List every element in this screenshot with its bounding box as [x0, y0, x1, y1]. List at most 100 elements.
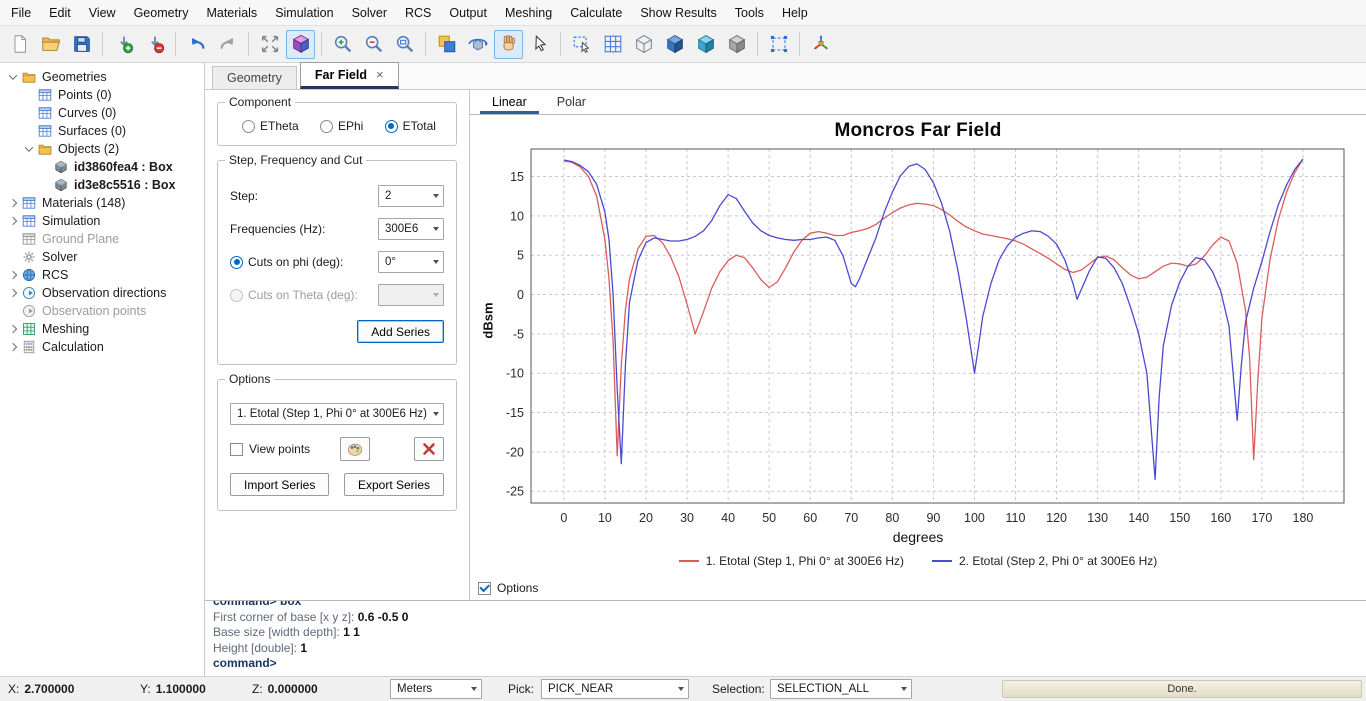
menubar: FileEditViewGeometryMaterialsSimulationS… — [0, 0, 1366, 26]
undo-button[interactable] — [182, 30, 211, 59]
save-button[interactable] — [67, 30, 96, 59]
tree-item-simulation[interactable]: Simulation — [0, 212, 204, 230]
redo-button[interactable] — [213, 30, 242, 59]
menu-file[interactable]: File — [2, 2, 40, 24]
chevron-right-icon[interactable] — [9, 217, 17, 225]
select-area-button[interactable] — [567, 30, 596, 59]
zoom-out-button[interactable] — [359, 30, 388, 59]
tree-item-id3e8c5516-box[interactable]: id3e8c5516 : Box — [0, 176, 204, 194]
tree-item-points-0[interactable]: Points (0) — [0, 86, 204, 104]
view-points-checkbox[interactable]: View points — [230, 442, 310, 456]
units-select[interactable]: Meters — [390, 679, 482, 699]
smooth-view-button[interactable] — [691, 30, 720, 59]
chevron-right-icon[interactable] — [9, 289, 17, 297]
shaded-view-button[interactable] — [660, 30, 689, 59]
radio-cuts-on-theta[interactable]: Cuts on Theta (deg): — [230, 288, 358, 302]
smooth-view-icon — [695, 33, 717, 55]
menu-geometry[interactable]: Geometry — [125, 2, 198, 24]
chevron-right-icon[interactable] — [9, 343, 17, 351]
tree-item-meshing[interactable]: Meshing — [0, 320, 204, 338]
plot-options-checkbox[interactable]: Options — [478, 581, 538, 595]
chevron-down-icon[interactable] — [9, 71, 17, 79]
chevron-down-icon[interactable] — [25, 143, 33, 151]
tab-polar[interactable]: Polar — [545, 92, 598, 114]
series-select[interactable]: 1. Etotal (Step 1, Phi 0° at 300E6 Hz) — [230, 403, 444, 425]
series-color-button[interactable] — [340, 437, 370, 461]
menu-solver[interactable]: Solver — [343, 2, 396, 24]
tree-item-calculation[interactable]: Calculation — [0, 338, 204, 356]
radio-cuts-on-phi[interactable]: Cuts on phi (deg): — [230, 255, 343, 269]
menu-simulation[interactable]: Simulation — [266, 2, 342, 24]
tab-far-field[interactable]: Far Field × — [300, 62, 399, 89]
orbit-icon — [467, 33, 489, 55]
radio-ephi[interactable]: EPhi — [320, 119, 363, 133]
menu-rcs[interactable]: RCS — [396, 2, 440, 24]
console-prompt[interactable]: command> — [213, 656, 1366, 672]
radio-label: ETotal — [403, 119, 436, 133]
tree-item-solver[interactable]: Solver — [0, 248, 204, 266]
import-series-button[interactable]: Import Series — [230, 473, 329, 496]
tree-item-surfaces-0[interactable]: Surfaces (0) — [0, 122, 204, 140]
tree-item-ground-plane[interactable]: Ground Plane — [0, 230, 204, 248]
radio-etotal[interactable]: ETotal — [385, 119, 436, 133]
tree-item-rcs[interactable]: RCS — [0, 266, 204, 284]
svg-text:130: 130 — [1087, 511, 1108, 525]
command-console[interactable]: command> box First corner of base [x y z… — [205, 600, 1366, 676]
tree-item-geometries[interactable]: Geometries — [0, 68, 204, 86]
add-series-button[interactable]: Add Series — [357, 320, 444, 343]
menu-meshing[interactable]: Meshing — [496, 2, 561, 24]
tree-item-materials-148[interactable]: Materials (148) — [0, 194, 204, 212]
menu-help[interactable]: Help — [773, 2, 817, 24]
selection-select[interactable]: SELECTION_ALL — [770, 679, 912, 699]
step-select[interactable]: 2 — [378, 185, 444, 207]
select-button[interactable] — [525, 30, 554, 59]
open-button[interactable] — [36, 30, 65, 59]
wireframe-view-button[interactable] — [629, 30, 658, 59]
frequency-select[interactable]: 300E6 — [378, 218, 444, 240]
menu-show-results[interactable]: Show Results — [631, 2, 725, 24]
zoom-window-button[interactable] — [390, 30, 419, 59]
menu-materials[interactable]: Materials — [197, 2, 266, 24]
tree-item-label: Surfaces (0) — [58, 124, 126, 138]
zoom-in-button[interactable] — [328, 30, 357, 59]
tree-item-objects-2[interactable]: Objects (2) — [0, 140, 204, 158]
svg-text:5: 5 — [517, 249, 524, 263]
console-line: Height [double]: 1 — [213, 641, 1366, 657]
tree-item-curves-0[interactable]: Curves (0) — [0, 104, 204, 122]
orbit-button[interactable] — [463, 30, 492, 59]
menu-edit[interactable]: Edit — [40, 2, 80, 24]
tree-item-observation-points[interactable]: Observation points — [0, 302, 204, 320]
chevron-right-icon[interactable] — [9, 271, 17, 279]
chevron-right-icon[interactable] — [9, 325, 17, 333]
remove-point-button[interactable] — [140, 30, 169, 59]
view-cube-button[interactable] — [286, 30, 315, 59]
menu-tools[interactable]: Tools — [726, 2, 773, 24]
menu-view[interactable]: View — [80, 2, 125, 24]
tab-linear[interactable]: Linear — [480, 92, 539, 114]
project-tree: GeometriesPoints (0)Curves (0) Surfaces (… — [0, 63, 205, 676]
phi-cut-select[interactable]: 0° — [378, 251, 444, 273]
tab-close-icon[interactable]: × — [376, 68, 384, 81]
mesh-grid-button[interactable] — [598, 30, 627, 59]
tab-geometry[interactable]: Geometry — [212, 66, 297, 89]
chevron-right-icon[interactable] — [9, 199, 17, 207]
pick-select[interactable]: PICK_NEAR — [541, 679, 689, 699]
tree-item-id3860fea4-box[interactable]: id3860fea4 : Box — [0, 158, 204, 176]
hidden-view-button[interactable] — [722, 30, 751, 59]
bounding-box-button[interactable] — [764, 30, 793, 59]
radio-etheta[interactable]: ETheta — [242, 119, 299, 133]
layers-button[interactable] — [432, 30, 461, 59]
add-point-button[interactable] — [109, 30, 138, 59]
delete-series-button[interactable] — [414, 437, 444, 461]
pan-button[interactable] — [494, 30, 523, 59]
axes-button[interactable] — [806, 30, 835, 59]
menu-output[interactable]: Output — [440, 2, 496, 24]
coordinate-x: X:2.700000 — [8, 682, 74, 696]
menu-calculate[interactable]: Calculate — [561, 2, 631, 24]
new-file-button[interactable] — [5, 30, 34, 59]
export-series-button[interactable]: Export Series — [344, 473, 444, 496]
folder-icon — [38, 142, 53, 156]
fit-view-button[interactable] — [255, 30, 284, 59]
tree-item-label: id3860fea4 : Box — [74, 160, 173, 174]
tree-item-observation-directions[interactable]: Observation directions — [0, 284, 204, 302]
